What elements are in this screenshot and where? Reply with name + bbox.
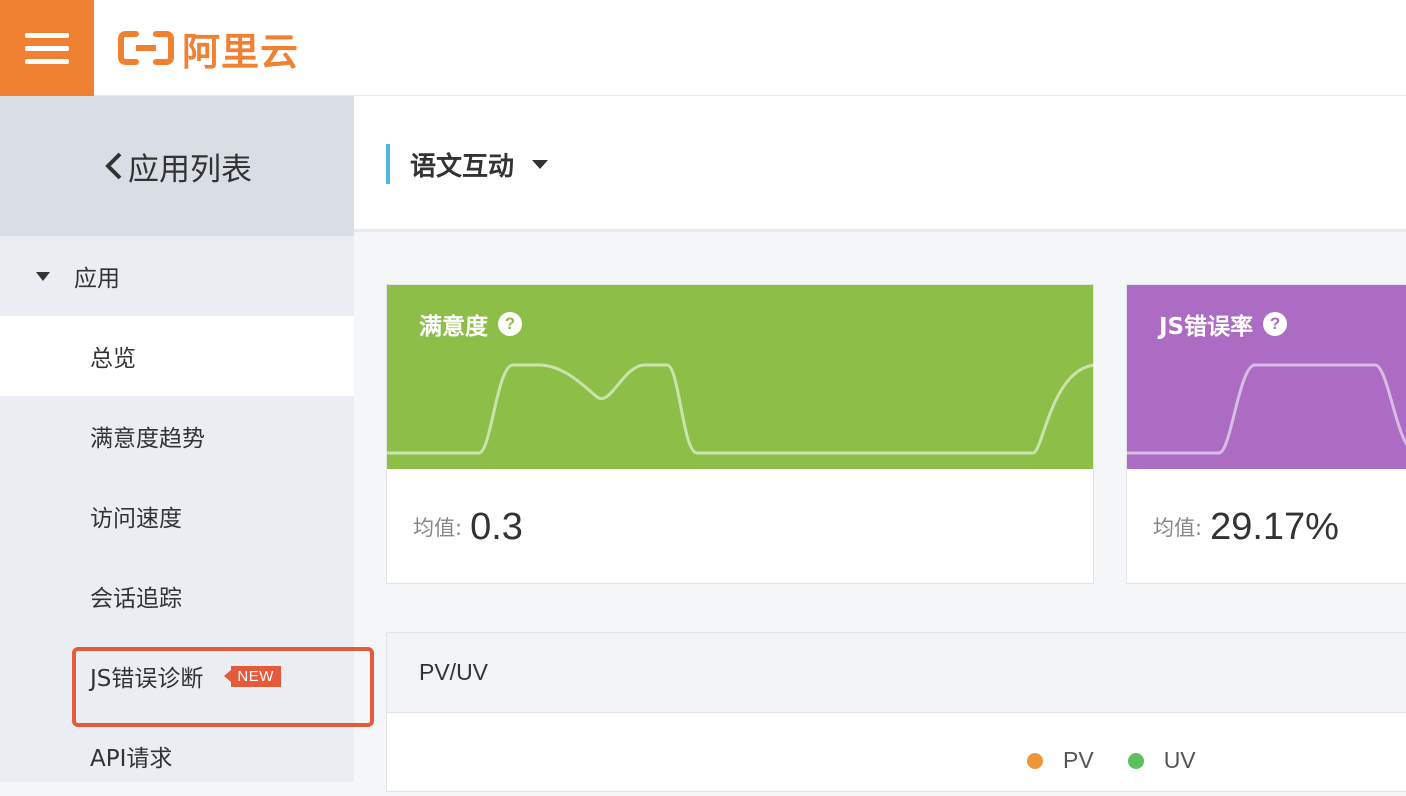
js-error-card: JS错误率 ? 均值: 29.17% — [1126, 284, 1406, 584]
app-name: 语文互动 — [410, 151, 515, 182]
js-error-title: JS错误率 ? — [1159, 307, 1288, 341]
js-error-summary: 均值: 29.17% — [1127, 469, 1406, 585]
chevron-left-icon — [105, 152, 122, 180]
average-value: 29.17% — [1210, 505, 1339, 548]
satisfaction-chart-area: 满意度 ? — [387, 285, 1095, 469]
new-badge: NEW — [231, 665, 281, 687]
sidebar-item-label: API请求 — [90, 746, 173, 772]
card-title: JS错误率 — [1159, 314, 1254, 340]
top-bar: 阿里云 — [0, 0, 1406, 96]
average-label: 均值: — [413, 516, 463, 540]
brand-logo[interactable]: 阿里云 — [118, 26, 299, 74]
js-error-chart-area: JS错误率 ? — [1127, 285, 1406, 469]
legend-label: PV — [1063, 747, 1094, 773]
sidebar-item-label: 访问速度 — [90, 506, 182, 532]
average-value: 0.3 — [470, 505, 523, 548]
caret-down-icon — [532, 159, 549, 169]
sidebar-item-label: JS错误诊断 — [90, 666, 204, 692]
hamburger-icon — [25, 29, 69, 68]
sidebar-group-app[interactable]: 应用 — [0, 236, 354, 316]
satisfaction-card: 满意度 ? 均值: 0.3 — [386, 284, 1095, 585]
average-label: 均值: — [1153, 516, 1203, 540]
app-header: 语文互动 — [354, 96, 1406, 232]
help-icon[interactable]: ? — [1263, 312, 1288, 336]
caret-down-icon — [36, 271, 50, 281]
satisfaction-title: 满意度 ? — [419, 307, 522, 341]
sidebar-item-overview[interactable]: 总览 — [0, 316, 354, 396]
legend-item-pv[interactable]: PV — [1027, 747, 1094, 774]
app-selector-dropdown[interactable]: 语文互动 — [386, 144, 549, 184]
aliyun-logo-icon — [118, 31, 174, 65]
sidebar: 应用列表 应用 总览 满意度趋势 访问速度 会话追踪 JS错误诊断 NEW AP… — [0, 96, 354, 782]
sidebar-item-access-speed[interactable]: 访问速度 — [0, 476, 354, 556]
card-title: 满意度 — [419, 314, 488, 340]
sidebar-item-js-error[interactable]: JS错误诊断 NEW — [0, 636, 354, 716]
satisfaction-summary: 均值: 0.3 — [387, 469, 1093, 585]
group-label: 应用 — [74, 266, 120, 292]
sidebar-item-session-trace[interactable]: 会话追踪 — [0, 556, 354, 636]
legend-label: UV — [1163, 747, 1196, 773]
sidebar-item-label: 总览 — [90, 346, 136, 372]
panel-title: PV/UV — [419, 659, 489, 685]
sidebar-item-label: 会话追踪 — [90, 586, 182, 612]
chart-legend: PV UV — [1027, 747, 1230, 774]
pv-uv-header: PV/UV — [387, 633, 1406, 713]
sidebar-item-api-request[interactable]: API请求 — [0, 716, 354, 796]
help-icon[interactable]: ? — [498, 312, 522, 336]
hamburger-menu-button[interactable] — [0, 0, 94, 96]
back-label: 应用列表 — [128, 151, 252, 188]
back-to-app-list[interactable]: 应用列表 — [0, 96, 354, 236]
sidebar-item-satisfaction-trend[interactable]: 满意度趋势 — [0, 396, 354, 476]
brand-name: 阿里云 — [182, 29, 300, 74]
legend-item-uv[interactable]: UV — [1127, 747, 1196, 774]
pv-uv-panel: PV/UV PV UV — [386, 632, 1406, 792]
legend-dot-icon — [1127, 752, 1144, 769]
sidebar-item-label: 满意度趋势 — [90, 426, 205, 452]
legend-dot-icon — [1027, 752, 1043, 769]
